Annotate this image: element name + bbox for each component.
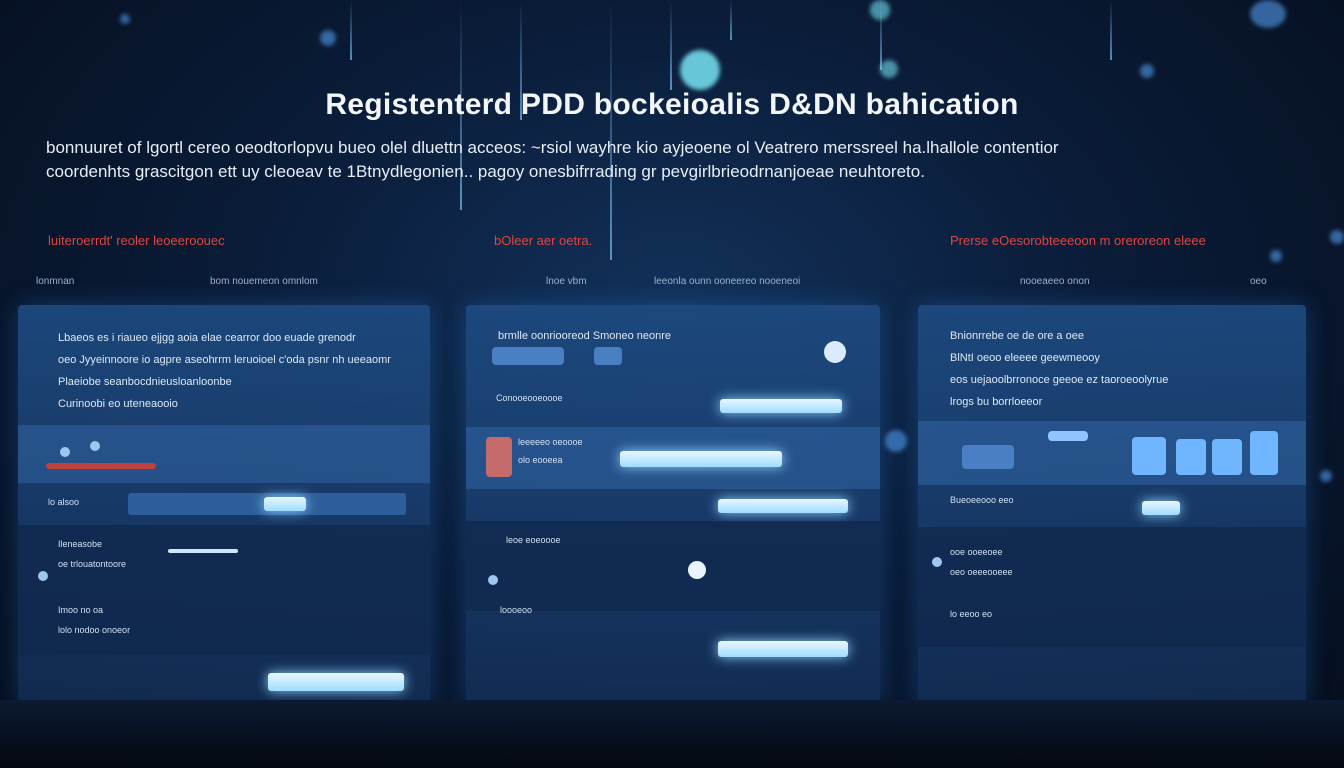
panel-2: brmlle oonriooreod Smoneo neonre Conooeo… [466, 305, 880, 705]
progress-bar [46, 463, 156, 469]
panel-2-submit-button[interactable] [718, 641, 848, 657]
list-item[interactable]: olo eooeea [518, 455, 563, 465]
puzzle-icon[interactable] [1132, 437, 1166, 475]
camera-icon[interactable] [594, 347, 622, 365]
panel-1-band [18, 425, 430, 483]
radio-icon[interactable] [932, 557, 942, 567]
column-2-subtext-left: lnoe vbm [546, 276, 587, 287]
list-item[interactable]: Ileneasobe [58, 539, 102, 549]
puzzle-icon[interactable] [1176, 439, 1206, 475]
panel-2-list: leoe eoeoooe [466, 521, 880, 611]
panel-1-line: Plaeiobe seanbocdnieusloanloonbe [58, 376, 232, 388]
hero-description: bonnuuret of lgortl cereo oeodtorlopvu b… [46, 136, 1296, 184]
panel-3-small-button[interactable] [1142, 501, 1180, 515]
column-3-subtext-left: nooeaeeo onon [1020, 276, 1090, 287]
list-item[interactable]: oe trlouatontoore [58, 559, 126, 569]
document-icon [486, 437, 512, 477]
slider-track[interactable] [168, 549, 238, 553]
column-1-subtext-right: bom nouemeon omnlom [210, 276, 318, 287]
hero-description-line-2: coordenhts grascitgon ett uy cleoeav te … [46, 162, 925, 181]
column-1-heading: luiteroerrdt' reoler leoeeroouec [48, 233, 225, 248]
panel-1-line: Curinoobi eo uteneaooio [58, 398, 178, 410]
panel-1-submit-button[interactable] [268, 673, 404, 691]
list-item[interactable]: Bueoeeooo eeo [950, 495, 1014, 505]
panel-1: Lbaeos es i riaueo ejjgg aoia elae cearr… [18, 305, 430, 705]
status-dot [60, 447, 70, 457]
list-item[interactable]: oeo oeeeooeee [950, 567, 1013, 577]
column-2-subtext-right: leeonla ounn ooneereo nooeneoi [654, 276, 801, 287]
puzzle-icon[interactable] [1212, 439, 1242, 475]
panel-1-list: Ileneasobe oe trlouatontoore Imoo no oa … [18, 525, 430, 655]
panel-2-band: leeeeeo oeoooe olo eooeea [466, 427, 880, 489]
floor-reflection [0, 700, 1344, 768]
toggle-icon[interactable] [492, 347, 564, 365]
panel-3-line: BlNtI oeoo eleeee geewmeooy [950, 352, 1100, 364]
page-title: Registenterd PDD bockeioalis D&DN bahica… [325, 88, 1019, 121]
chip-icon [1048, 431, 1088, 441]
panel-2-primary-field[interactable] [720, 399, 842, 413]
panel-1-line: Lbaeos es i riaueo ejjgg aoia elae cearr… [58, 332, 356, 344]
panel-2-secondary-field[interactable] [718, 499, 848, 513]
column-3-subtext-right: oeo [1250, 276, 1267, 287]
hero-description-line-1: bonnuuret of lgortl cereo oeodtorlopvu b… [46, 138, 1059, 157]
panel-3-line: eos uejaoolbrronoce geeoe ez taoroeoolyr… [950, 374, 1169, 386]
panel-1-text: Lbaeos es i riaueo ejjgg aoia elae cearr… [58, 327, 391, 415]
panel-1-input[interactable] [128, 493, 406, 515]
slider-thumb[interactable] [688, 561, 706, 579]
list-item[interactable]: loooeoo [500, 605, 532, 615]
list-item[interactable]: lo eeoo eo [950, 609, 992, 619]
panel-2-text: brmlle oonriooreod Smoneo neonre [498, 325, 671, 347]
panel-2-action-button[interactable] [620, 451, 782, 467]
status-dot [90, 441, 100, 451]
list-item[interactable]: leoe eoeoooe [506, 535, 561, 545]
list-item[interactable]: ooe ooeeoee [950, 547, 1003, 557]
list-item[interactable]: Imoo no oa [58, 605, 103, 615]
column-1-subtext-left: lonmnan [36, 276, 75, 287]
panel-1-field-label: lo alsoo [48, 497, 80, 507]
avatar[interactable] [824, 341, 846, 363]
panel-1-line: oeo Jyyeinnoore io agpre aseohrrm leruoi… [58, 354, 391, 366]
desk-lamp-icon[interactable] [1250, 431, 1278, 475]
list-item[interactable]: lolo nodoo onoeor [58, 625, 130, 635]
panel-3-band [918, 421, 1306, 485]
panel-3-line: Bnionrrebe oe de ore a oee [950, 330, 1084, 342]
radio-icon[interactable] [38, 571, 48, 581]
radio-icon[interactable] [488, 575, 498, 585]
panel-3-list: ooe ooeeoee oeo oeeeooeee lo eeoo eo [918, 527, 1306, 647]
column-2-heading: bOleer aer oetra. [494, 233, 593, 248]
camera-icon[interactable] [962, 445, 1014, 469]
column-3-heading: Prerse eOesorobteeeoon m oreroreon eleee [950, 233, 1206, 248]
panel-3-line: lrogs bu borrloeeor [950, 396, 1043, 408]
panel-3-text: Bnionrrebe oe de ore a oee BlNtI oeoo el… [950, 325, 1168, 413]
panel-2-line: brmlle oonriooreod Smoneo neonre [498, 330, 672, 342]
panel-3: Bnionrrebe oe de ore a oee BlNtI oeoo el… [918, 305, 1306, 705]
panel-2-label: Conooeooeoooe [496, 393, 563, 403]
panel-1-input-handle[interactable] [264, 497, 306, 511]
list-item[interactable]: leeeeeo oeoooe [518, 437, 583, 447]
